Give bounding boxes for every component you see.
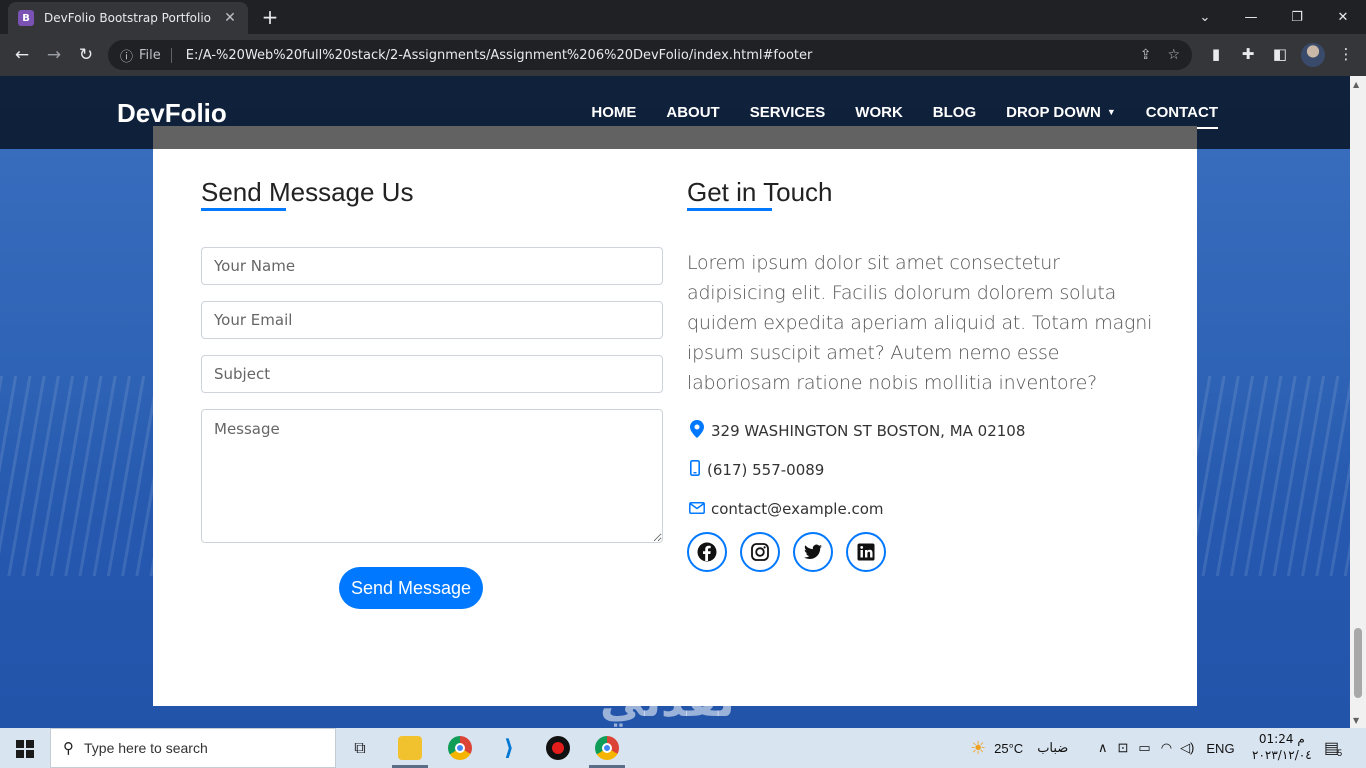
- email-input[interactable]: [201, 301, 663, 339]
- side-panel-icon[interactable]: ◧: [1270, 45, 1290, 63]
- address-bar[interactable]: ⓘ File E:/A-%20Web%20full%20stack/2-Assi…: [108, 40, 1192, 70]
- weather-temp: 25°C: [994, 740, 1024, 756]
- envelope-icon: [687, 500, 707, 518]
- extensions-puzzle-icon[interactable]: ✚: [1238, 45, 1258, 63]
- form-title: Send Message Us: [201, 177, 414, 211]
- browser-tab-bar: B DevFolio Bootstrap Portfolio ✕ + ⌄ — ❐…: [0, 0, 1366, 34]
- weather-desc: ضباب: [1037, 740, 1069, 755]
- mobile-phone-icon: [687, 460, 703, 480]
- address-row: 329 WASHINGTON ST BOSTON, MA 02108: [687, 420, 1025, 442]
- send-message-button[interactable]: Send Message: [339, 567, 483, 609]
- notification-center[interactable]: ▤ 5: [1324, 728, 1342, 768]
- form-title-text: Send Message Us: [201, 177, 414, 207]
- reload-icon[interactable]: ↻: [75, 44, 97, 66]
- contact-title-underline: [687, 208, 772, 211]
- twitter-icon: [804, 544, 822, 560]
- phone-row: (617) 557-0089: [687, 460, 824, 480]
- info-icon[interactable]: ⓘ: [120, 46, 133, 65]
- taskbar-search[interactable]: ⚲ Type here to search: [50, 728, 336, 768]
- recorder-icon[interactable]: [546, 736, 570, 760]
- twitter-link[interactable]: [793, 532, 833, 572]
- email-row: contact@example.com: [687, 500, 884, 518]
- forward-icon[interactable]: →: [43, 44, 65, 66]
- site-brand[interactable]: DevFolio: [117, 98, 227, 129]
- subject-input[interactable]: [201, 355, 663, 393]
- file-explorer-icon[interactable]: [398, 736, 422, 760]
- taskbar-clock[interactable]: 01:24 م ٢٠٢٣/١٢/٠٤: [1252, 731, 1312, 763]
- scroll-down-icon[interactable]: ▼: [1353, 716, 1359, 725]
- show-hidden-icons-icon[interactable]: ∧: [1098, 740, 1108, 756]
- system-tray: ∧ ⊡ ▭ ◠ ◁) ENG: [1098, 728, 1235, 768]
- extension-doc-icon[interactable]: ▮: [1206, 45, 1226, 63]
- close-window-icon[interactable]: ✕: [1320, 10, 1366, 25]
- site-watermark: نفذلي: [600, 676, 735, 727]
- browser-tab[interactable]: B DevFolio Bootstrap Portfolio ✕: [8, 2, 248, 34]
- browser-toolbar: ← → ↻ ⓘ File E:/A-%20Web%20full%20stack/…: [0, 34, 1366, 76]
- chrome-icon[interactable]: [448, 736, 472, 760]
- bookmark-star-icon[interactable]: ☆: [1167, 47, 1180, 63]
- window-controls: ⌄ — ❐ ✕: [1182, 0, 1366, 34]
- tab-title: DevFolio Bootstrap Portfolio: [44, 11, 212, 25]
- back-icon[interactable]: ←: [11, 44, 33, 66]
- nav-item-dropdown-label: DROP DOWN: [1006, 104, 1101, 121]
- windows-start-icon[interactable]: [16, 740, 34, 758]
- linkedin-link[interactable]: [846, 532, 886, 572]
- scrollbar-thumb[interactable]: [1354, 628, 1362, 698]
- meet-now-icon[interactable]: ⊡: [1118, 740, 1129, 756]
- web-page: DevFolio HOME ABOUT SERVICES WORK BLOG D…: [0, 76, 1350, 728]
- instagram-icon: [751, 543, 769, 561]
- close-tab-icon[interactable]: ✕: [222, 10, 238, 26]
- weather-widget[interactable]: ☀ 25°C ضباب: [970, 728, 1068, 768]
- bootstrap-favicon-icon: B: [18, 10, 34, 26]
- vscode-icon[interactable]: ⟩: [497, 736, 521, 761]
- contact-lead-text: Lorem ipsum dolor sit amet consectetur a…: [687, 252, 1153, 394]
- facebook-icon: [697, 542, 717, 562]
- email-text[interactable]: contact@example.com: [711, 500, 884, 518]
- scroll-up-icon[interactable]: ▲: [1353, 80, 1359, 89]
- facebook-link[interactable]: [687, 532, 727, 572]
- map-marker-icon: [687, 420, 707, 442]
- contact-title: Get in Touch: [687, 177, 833, 211]
- browser-menu-icon[interactable]: ⋮: [1336, 45, 1356, 63]
- restore-icon[interactable]: ❐: [1274, 10, 1320, 25]
- form-title-underline: [201, 208, 286, 211]
- card-top-shade: [153, 126, 1197, 149]
- language-indicator[interactable]: ENG: [1206, 741, 1234, 756]
- name-input[interactable]: [201, 247, 663, 285]
- social-links: [687, 532, 899, 572]
- phone-text: (617) 557-0089: [707, 461, 825, 479]
- profile-avatar[interactable]: [1301, 43, 1325, 67]
- chrome-active-icon[interactable]: [595, 736, 619, 760]
- battery-icon[interactable]: ▭: [1138, 740, 1150, 756]
- url-scheme-label: File: [139, 47, 172, 63]
- linkedin-icon: [857, 543, 875, 561]
- caret-down-icon: ▼: [1106, 107, 1116, 117]
- task-view-icon[interactable]: ⧉: [348, 736, 372, 760]
- address-text: 329 WASHINGTON ST BOSTON, MA 02108: [711, 422, 1026, 440]
- message-textarea[interactable]: [201, 409, 663, 543]
- contact-card: Send Message Us Send Message Get in Touc…: [153, 126, 1197, 706]
- share-icon[interactable]: ⇪: [1140, 47, 1152, 63]
- page-scrollbar[interactable]: ▲ ▼: [1350, 76, 1366, 728]
- windows-taskbar: ⚲ Type here to search ⧉ ⟩ ☀ 25°C ضباب ∧ …: [0, 728, 1366, 768]
- taskbar-search-placeholder: Type here to search: [84, 740, 208, 756]
- clock-date: ٢٠٢٣/١٢/٠٤: [1252, 748, 1312, 762]
- contact-title-text: Get in Touch: [687, 177, 833, 207]
- notification-count: 5: [1337, 748, 1343, 758]
- wifi-icon[interactable]: ◠: [1161, 740, 1172, 756]
- weather-sun-icon: ☀: [970, 737, 987, 758]
- volume-icon[interactable]: ◁): [1180, 740, 1194, 756]
- tab-search-icon[interactable]: ⌄: [1182, 10, 1228, 25]
- url-text[interactable]: E:/A-%20Web%20full%20stack/2-Assignments…: [186, 48, 1124, 63]
- search-icon: ⚲: [63, 739, 74, 757]
- instagram-link[interactable]: [740, 532, 780, 572]
- minimize-icon[interactable]: —: [1228, 10, 1274, 25]
- clock-time: 01:24 م: [1258, 732, 1305, 746]
- new-tab-icon[interactable]: +: [258, 5, 282, 29]
